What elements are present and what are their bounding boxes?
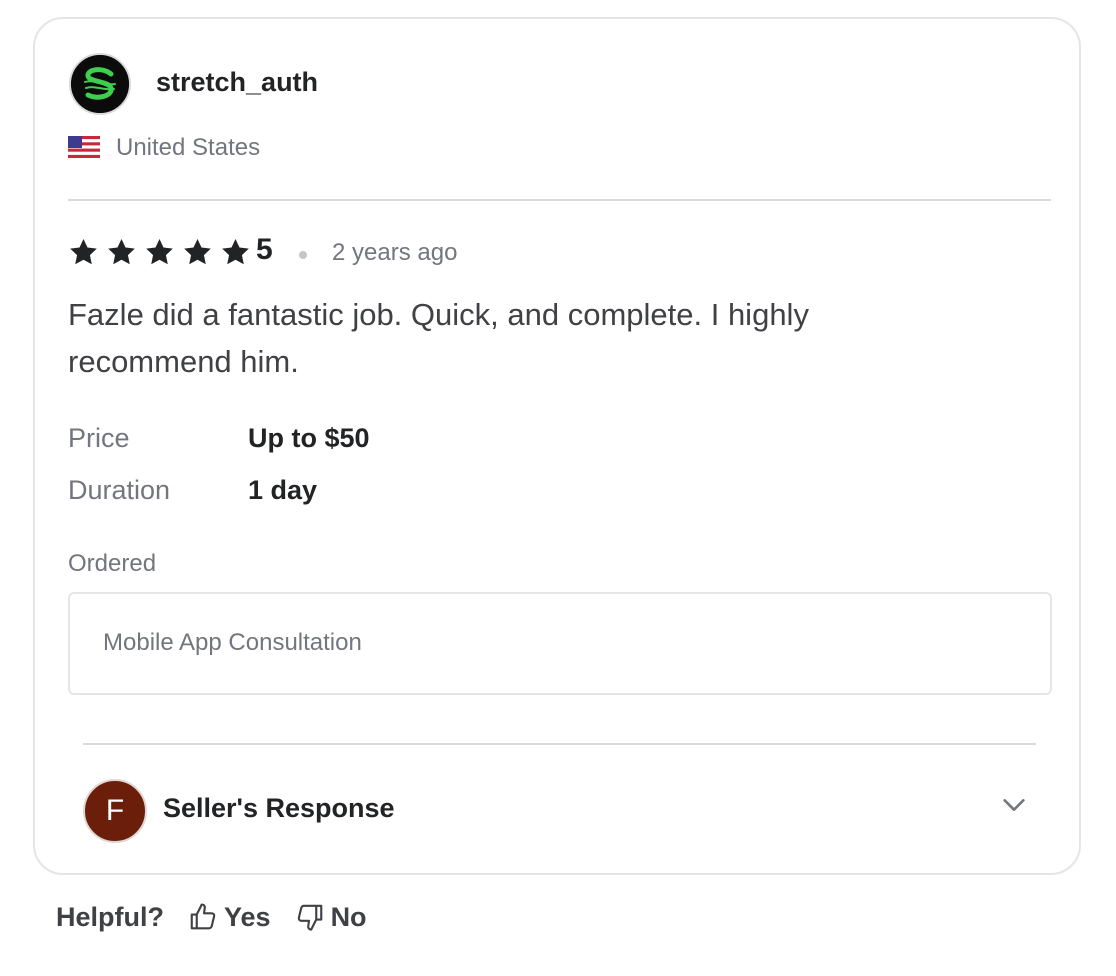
rating-value: 5 <box>256 233 273 266</box>
price-label: Price <box>68 423 130 453</box>
seller-avatar: F <box>83 779 147 843</box>
duration-label: Duration <box>68 475 171 505</box>
star-icon <box>184 238 211 264</box>
reviewer-username[interactable]: stretch_auth <box>156 67 318 98</box>
green-swirl-logo-icon <box>71 55 129 113</box>
thumbs-down-icon <box>297 904 322 931</box>
review-card: stretch_auth United States 5 2 years ago… <box>33 17 1081 875</box>
star-icon <box>70 238 97 264</box>
thumbs-up-icon <box>190 903 216 930</box>
reviewer-country: United States <box>116 134 261 161</box>
helpful-yes-label: Yes <box>224 901 271 932</box>
separator-dot <box>299 251 307 259</box>
star-icon <box>146 238 173 264</box>
star-icon <box>108 238 135 264</box>
ordered-label: Ordered <box>68 550 157 577</box>
helpful-row: Helpful? Yes No <box>56 900 367 934</box>
helpful-label: Helpful? <box>56 901 164 932</box>
ordered-item-title: Mobile App Consultation <box>103 629 362 656</box>
duration-value: 1 day <box>248 475 318 505</box>
helpful-yes-button[interactable]: Yes <box>188 902 271 933</box>
header-divider <box>68 199 1051 201</box>
review-time: 2 years ago <box>332 239 458 266</box>
seller-response-title[interactable]: Seller's Response <box>163 793 395 824</box>
helpful-no-button[interactable]: No <box>295 902 367 933</box>
price-value: Up to $50 <box>248 423 370 453</box>
helpful-no-label: No <box>330 901 367 932</box>
star-icon <box>222 238 249 264</box>
response-divider <box>83 743 1036 745</box>
reviewer-avatar[interactable] <box>69 53 131 115</box>
review-text: Fazle did a fantastic job. Quick, and co… <box>68 297 809 379</box>
chevron-down-icon[interactable] <box>1000 791 1028 819</box>
star-rating <box>68 234 258 270</box>
us-flag-icon <box>68 136 100 158</box>
ordered-item-box[interactable]: Mobile App Consultation <box>68 592 1052 695</box>
